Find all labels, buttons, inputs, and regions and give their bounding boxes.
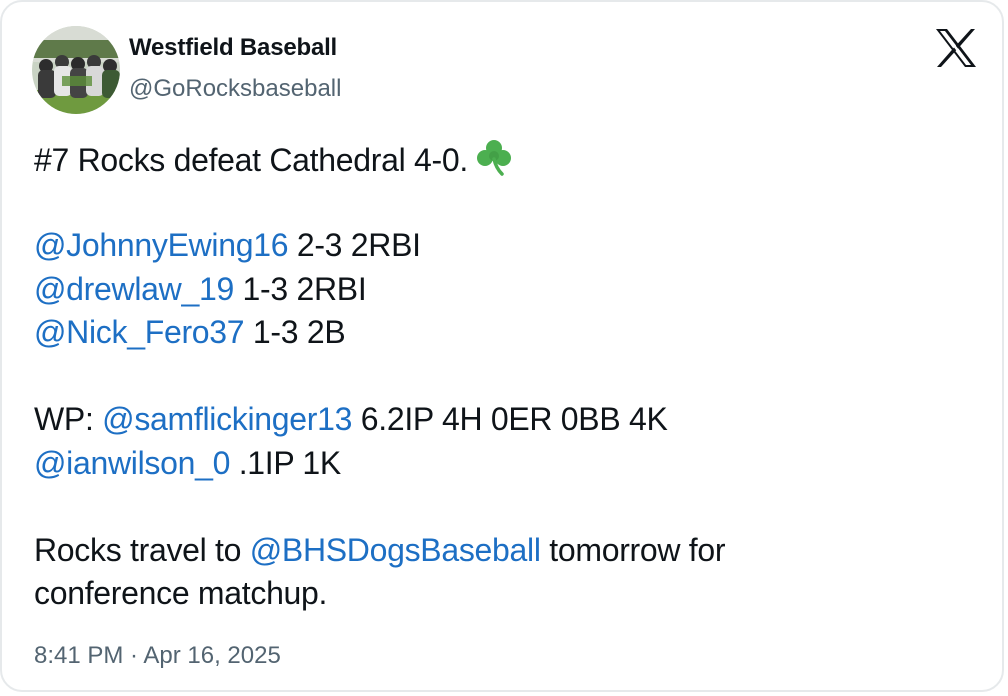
- result-line: #7 Rocks defeat Cathedral 4-0.: [34, 137, 984, 181]
- mention-link[interactable]: @ianwilson_0: [34, 445, 230, 481]
- closing-suffix: tomorrow for: [540, 531, 726, 568]
- author-display-name[interactable]: Westfield Baseball: [129, 34, 337, 62]
- result-text: #7 Rocks defeat Cathedral 4-0.: [34, 142, 468, 178]
- mention-link[interactable]: @JohnnyEwing16: [34, 227, 289, 263]
- closing-line: Rocks travel to @BHSDogsBaseball tomorro…: [34, 529, 984, 573]
- wp-stats: 6.2IP 4H 0ER 0BB 4K: [352, 401, 668, 437]
- tweet-card: Westfield Baseball @GoRocksbaseball #7 R…: [0, 0, 1004, 692]
- stat-line: @JohnnyEwing16 2-3 2RBI: [34, 224, 984, 268]
- mention-link[interactable]: @samflickinger13: [102, 401, 352, 437]
- x-logo-icon[interactable]: [935, 28, 977, 68]
- closing-line-2: conference matchup.: [34, 575, 328, 611]
- winning-pitcher-line: WP: @samflickinger13 6.2IP 4H 0ER 0BB 4K: [34, 398, 984, 442]
- stat-text: 1-3 2RBI: [233, 270, 367, 307]
- stat-text: 2-3 2RBI: [288, 227, 421, 263]
- shamrock-icon: [474, 137, 514, 189]
- relief-stats: .1IP 1K: [230, 444, 342, 481]
- tweet-timestamp[interactable]: 8:41 PM · Apr 16, 2025: [34, 642, 281, 670]
- avatar[interactable]: [32, 26, 120, 114]
- stat-text: 1-3 2B: [244, 314, 346, 350]
- stat-line: @Nick_Fero37 1-3 2B: [34, 311, 984, 355]
- wp-prefix: WP:: [34, 401, 103, 437]
- mention-link[interactable]: @drewlaw_19: [34, 271, 234, 307]
- tweet-text: #7 Rocks defeat Cathedral 4-0. @JohnnyEw…: [34, 137, 984, 616]
- relief-pitcher-line: @ianwilson_0 .1IP 1K: [34, 442, 984, 486]
- author-handle[interactable]: @GoRocksbaseball: [129, 75, 341, 103]
- team-photo-avatar: [32, 26, 120, 114]
- stat-line: @drewlaw_19 1-3 2RBI: [34, 268, 984, 312]
- mention-link[interactable]: @BHSDogsBaseball: [250, 532, 541, 568]
- mention-link[interactable]: @Nick_Fero37: [34, 314, 245, 350]
- closing-prefix: Rocks travel to: [34, 531, 250, 568]
